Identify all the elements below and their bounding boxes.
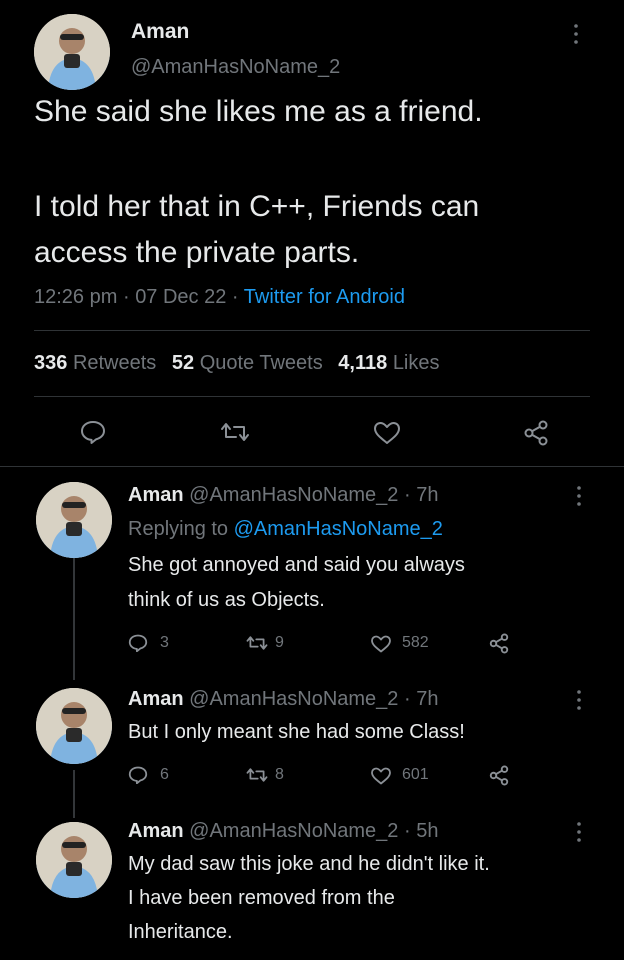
reply-author-handle[interactable]: @AmanHasNoName_2 bbox=[189, 688, 398, 710]
reply-avatar[interactable] bbox=[36, 482, 112, 558]
reply-header: Aman @AmanHasNoName_2 · 5h bbox=[128, 820, 438, 843]
reply-avatar[interactable] bbox=[36, 688, 112, 764]
replying-to-label: Replying to bbox=[128, 518, 229, 540]
reply-header: Aman @AmanHasNoName_2 · 7h bbox=[128, 688, 438, 711]
reply-text-line1: But I only meant she had some Class! bbox=[128, 721, 465, 743]
reply-icon[interactable] bbox=[128, 766, 148, 784]
reply-more-icon[interactable] bbox=[573, 484, 585, 512]
replying-to-link[interactable]: @AmanHasNoName_2 bbox=[234, 518, 443, 540]
reply-text-line2: I have been removed from the bbox=[128, 887, 395, 909]
heart-icon[interactable] bbox=[373, 421, 401, 445]
reply-age[interactable]: 5h bbox=[416, 820, 438, 842]
meta-separator: · bbox=[231, 286, 239, 308]
retweet-icon[interactable] bbox=[246, 634, 268, 652]
main-avatar[interactable] bbox=[34, 14, 110, 90]
quotes-label: Quote Tweets bbox=[199, 352, 323, 374]
thread-line bbox=[73, 770, 75, 818]
reply-icon[interactable] bbox=[80, 420, 106, 444]
reply-icon[interactable] bbox=[128, 634, 148, 652]
reply-count: 3 bbox=[160, 634, 169, 651]
main-author-handle[interactable]: @AmanHasNoName_2 bbox=[131, 56, 340, 79]
reply-author-name[interactable]: Aman bbox=[128, 688, 184, 710]
reply-author-name[interactable]: Aman bbox=[128, 484, 184, 506]
reply-age[interactable]: 7h bbox=[416, 688, 438, 710]
tweet-source-link[interactable]: Twitter for Android bbox=[244, 286, 405, 308]
retweets-count: 336 bbox=[34, 352, 68, 374]
reply-count: 6 bbox=[160, 766, 169, 783]
like-count: 601 bbox=[402, 766, 429, 783]
reply-more-icon[interactable] bbox=[573, 688, 585, 716]
retweets-label: Retweets bbox=[72, 352, 157, 374]
main-tweet-text-line1: She said she likes me as a friend. bbox=[34, 95, 483, 128]
tweet-date[interactable]: 07 Dec 22 bbox=[135, 286, 226, 308]
likes-stat[interactable]: 4,118 Likes bbox=[338, 352, 439, 374]
likes-count: 4,118 bbox=[338, 352, 388, 374]
reply-text-line1: My dad saw this joke and he didn't like … bbox=[128, 853, 490, 875]
main-tweet-text-line3: access the private parts. bbox=[34, 236, 360, 269]
heart-icon[interactable] bbox=[370, 635, 392, 653]
quotes-stat[interactable]: 52 Quote Tweets bbox=[172, 352, 328, 374]
divider bbox=[34, 330, 590, 331]
reply-text-line1: She got annoyed and said you always bbox=[128, 554, 465, 576]
reply-more-icon[interactable] bbox=[573, 820, 585, 848]
tweet-time[interactable]: 12:26 pm bbox=[34, 286, 117, 308]
thread-line bbox=[73, 558, 75, 680]
main-more-icon[interactable] bbox=[570, 22, 582, 50]
meta-separator: · bbox=[403, 688, 411, 710]
main-author-name[interactable]: Aman bbox=[131, 20, 189, 44]
likes-label: Likes bbox=[392, 352, 440, 374]
replying-to: Replying to @AmanHasNoName_2 bbox=[128, 518, 443, 541]
meta-separator: · bbox=[403, 484, 411, 506]
retweet-icon[interactable] bbox=[220, 420, 250, 444]
divider bbox=[0, 466, 624, 467]
divider bbox=[34, 396, 590, 397]
share-icon[interactable] bbox=[522, 420, 550, 446]
reply-author-handle[interactable]: @AmanHasNoName_2 bbox=[189, 820, 398, 842]
retweet-count: 8 bbox=[275, 766, 284, 783]
share-icon[interactable] bbox=[488, 633, 510, 654]
heart-icon[interactable] bbox=[370, 767, 392, 785]
quotes-count: 52 bbox=[171, 352, 195, 374]
meta-separator: · bbox=[403, 820, 411, 842]
reply-text-line2: think of us as Objects. bbox=[128, 589, 325, 611]
reply-avatar[interactable] bbox=[36, 822, 112, 898]
main-tweet-meta: 12:26 pm · 07 Dec 22 · Twitter for Andro… bbox=[34, 286, 405, 309]
reply-author-name[interactable]: Aman bbox=[128, 820, 184, 842]
main-tweet-text-line2: I told her that in C++, Friends can bbox=[34, 190, 480, 223]
retweet-icon[interactable] bbox=[246, 766, 268, 784]
like-count: 582 bbox=[402, 634, 429, 651]
engagement-stats: 336 Retweets 52 Quote Tweets 4,118 Likes bbox=[34, 352, 440, 375]
retweets-stat[interactable]: 336 Retweets bbox=[34, 352, 162, 374]
reply-age[interactable]: 7h bbox=[416, 484, 438, 506]
reply-author-handle[interactable]: @AmanHasNoName_2 bbox=[189, 484, 398, 506]
meta-separator: · bbox=[122, 286, 130, 308]
retweet-count: 9 bbox=[275, 634, 284, 651]
share-icon[interactable] bbox=[488, 765, 510, 786]
reply-header: Aman @AmanHasNoName_2 · 7h bbox=[128, 484, 438, 507]
reply-text-line3: Inheritance. bbox=[128, 921, 233, 943]
